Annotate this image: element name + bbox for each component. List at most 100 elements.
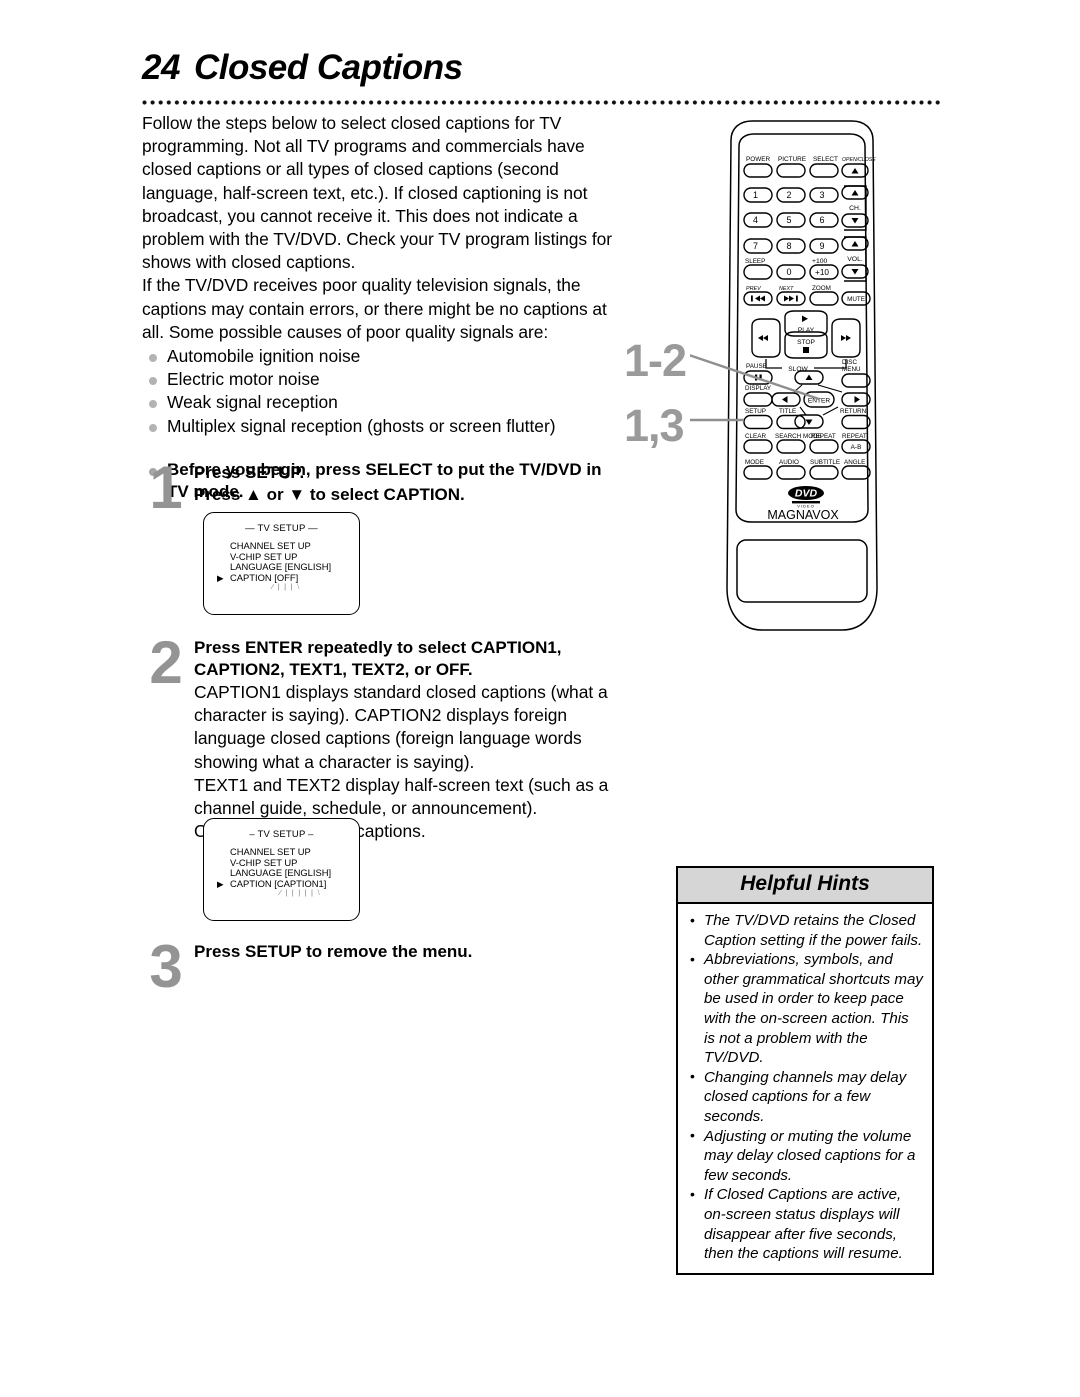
angle-label: ANGLE: [844, 459, 865, 466]
osd-item-label: V-CHIP SET UP: [230, 550, 298, 562]
keypad-4-label: 4: [753, 215, 758, 225]
svg-text:DVD: DVD: [795, 488, 818, 500]
step-body-paragraph-2: TEXT1 and TEXT2 display half-screen text…: [194, 774, 609, 819]
helpful-hints-title: Helpful Hints: [678, 868, 932, 904]
chevron-down-icon: [851, 218, 859, 224]
osd-item-label: CHANNEL SET UP: [230, 540, 311, 551]
step-3: 3 Press SETUP to remove the menu.: [142, 937, 612, 997]
prev-label: PREV: [746, 286, 762, 292]
angle-button[interactable]: [841, 465, 871, 480]
subtitle-button[interactable]: [809, 465, 839, 480]
pause-label: PAUSE: [746, 363, 767, 370]
chevron-up-icon: [851, 241, 859, 247]
clear-button[interactable]: [743, 439, 773, 454]
plus10-label: +10: [815, 268, 829, 277]
brand-name: MAGNAVOX: [767, 508, 839, 522]
play-label: PLAY: [798, 327, 815, 334]
osd-item-label: CHANNEL SET UP: [230, 846, 311, 857]
osd-menu-item-caption: CAPTION [OFF]⁄ | | | ⧵: [217, 572, 359, 591]
keypad-0-label: 0: [786, 267, 791, 277]
list-item: Changing channels may delay closed capti…: [687, 1067, 923, 1127]
blink-rays-icon: ⁄ | | | ⧵: [271, 581, 301, 591]
sleep-label: SLEEP: [745, 258, 765, 265]
list-item: Automobile ignition noise: [142, 345, 612, 368]
osd-tv-setup-screen-2: – TV SETUP – CHANNEL SET UP V-CHIP SET U…: [203, 818, 360, 921]
disc-menu-label-1: DISC: [842, 359, 857, 366]
disc-menu-button[interactable]: [841, 373, 871, 388]
intro-paragraph-1: Follow the steps below to select closed …: [142, 113, 612, 273]
eject-icon: [851, 168, 859, 174]
list-item: Abbreviations, symbols, and other gramma…: [687, 950, 923, 1068]
arrow-right-icon: [854, 396, 860, 403]
list-item: Adjusting or muting the volume may delay…: [687, 1126, 923, 1186]
subtitle-label: SUBTITLE: [810, 459, 840, 466]
select-label: SELECT: [813, 156, 838, 163]
repeat-button[interactable]: [809, 439, 839, 454]
helpful-hints-list: The TV/DVD retains the Closed Caption se…: [678, 904, 932, 1273]
page-number: 24: [142, 48, 180, 87]
skip-forward-icon: [784, 295, 798, 302]
page-title-text: Closed Captions: [193, 48, 463, 87]
play-icon: [802, 315, 808, 322]
display-button[interactable]: [743, 392, 773, 407]
picture-button[interactable]: [776, 163, 806, 178]
setup-label: SETUP: [745, 408, 766, 415]
picture-label: PICTURE: [778, 156, 806, 163]
keypad-2-label: 2: [786, 190, 791, 200]
search-mode-button[interactable]: [776, 439, 806, 454]
chevron-up-icon: [851, 190, 859, 196]
stop-label: STOP: [797, 339, 815, 346]
intro-paragraph-2: If the TV/DVD receives poor quality tele…: [142, 275, 607, 342]
arrow-up-icon: [805, 374, 813, 380]
keypad-9-label: 9: [819, 241, 824, 251]
arrow-left-icon: [782, 396, 788, 403]
mode-label: MODE: [745, 459, 764, 466]
osd-tv-setup-screen-1: — TV SETUP — CHANNEL SET UP V-CHIP SET U…: [203, 512, 360, 615]
list-item: If Closed Captions are active, on-screen…: [687, 1185, 923, 1263]
keypad-1-label: 1: [753, 190, 758, 200]
osd-menu-list: CHANNEL SET UP V-CHIP SET UP LANGUAGE [E…: [204, 846, 359, 897]
power-label: POWER: [746, 156, 771, 163]
zoom-button[interactable]: [809, 291, 839, 306]
disc-menu-label-2: MENU: [842, 366, 861, 373]
keypad-6-label: 6: [819, 215, 824, 225]
helpful-hints-box: Helpful Hints The TV/DVD retains the Clo…: [676, 866, 934, 1275]
arrow-down-icon: [805, 419, 813, 425]
callout-1-3: 1,3: [624, 400, 685, 451]
list-item: Multiplex signal reception (ghosts or sc…: [142, 415, 612, 438]
dvd-video-logo: DVD VIDEO: [788, 486, 824, 509]
title-dotted-rule: [142, 100, 940, 106]
step-heading-line-2: CAPTION2, TEXT1, TEXT2, or OFF.: [194, 660, 473, 679]
skip-back-icon: [751, 295, 765, 302]
return-button[interactable]: [841, 414, 871, 430]
osd-item-label: V-CHIP SET UP: [230, 856, 298, 868]
step-heading-line-1: Press ENTER repeatedly to select CAPTION…: [194, 638, 562, 657]
osd-menu-item-caption: CAPTION [CAPTION1]⁄ | | | | | ⧵: [217, 878, 359, 897]
select-button[interactable]: [809, 163, 839, 178]
audio-button[interactable]: [776, 465, 806, 480]
mode-button[interactable]: [743, 465, 773, 480]
return-label: RETURN: [840, 408, 867, 415]
chevron-down-icon: [851, 269, 859, 275]
keypad-3-label: 3: [819, 190, 824, 200]
sleep-button[interactable]: [743, 264, 773, 280]
next-label: NEXT: [779, 286, 794, 292]
power-button[interactable]: [743, 163, 773, 178]
keypad-8-label: 8: [786, 241, 791, 251]
list-item: The TV/DVD retains the Closed Caption se…: [687, 910, 923, 950]
osd-caption-value-blinking: [CAPTION1] ⁄ | | | | | ⧵: [274, 878, 326, 897]
osd-item-label: LANGUAGE: [230, 561, 283, 573]
mute-label: MUTE: [847, 296, 865, 303]
title-label: TITLE: [779, 408, 796, 415]
open-close-label: OPEN/CLOSE: [842, 157, 876, 163]
osd-title: — TV SETUP —: [245, 523, 318, 534]
fast-forward-icon: [841, 335, 851, 341]
display-label: DISPLAY: [745, 385, 772, 392]
rewind-icon: [758, 335, 768, 341]
setup-button[interactable]: [743, 414, 773, 430]
title-button[interactable]: [776, 414, 806, 430]
step-1: 1 Press SETUP. Press ▲ or ▼ to select CA…: [142, 458, 612, 518]
zoom-label: ZOOM: [812, 285, 831, 292]
ab-label: A-B: [851, 444, 862, 451]
repeat-ab-label: REPEAT: [842, 433, 867, 440]
